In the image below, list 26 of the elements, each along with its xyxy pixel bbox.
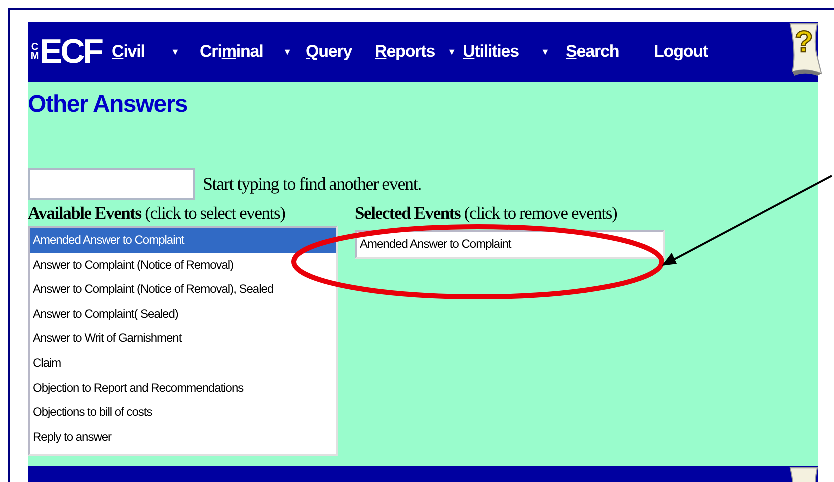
event-option[interactable]: Answer to Complaint (Notice of Removal), Sealed bbox=[30, 277, 336, 302]
caret-icon[interactable]: ▼ bbox=[448, 47, 456, 57]
selected-events-label: Selected Events (click to remove events) bbox=[355, 202, 618, 225]
event-option[interactable]: Objection to Report and Recommendations bbox=[30, 376, 336, 400]
available-events-list[interactable] bbox=[28, 226, 338, 456]
search-hint: Start typing to find another event. bbox=[203, 174, 422, 194]
event-option[interactable]: Answer to Complaint( Sealed) bbox=[30, 302, 336, 326]
menu-item[interactable]: Criminal bbox=[200, 42, 270, 62]
caret-icon[interactable]: ▼ bbox=[283, 47, 292, 57]
menu-item[interactable]: Reports bbox=[375, 42, 442, 62]
event-option[interactable]: Claim bbox=[30, 350, 336, 376]
menu-item[interactable]: Query bbox=[306, 42, 358, 62]
event-option[interactable]: Reply to answer bbox=[30, 424, 336, 450]
caret-icon[interactable]: ▼ bbox=[171, 47, 180, 57]
menu-item[interactable]: Logout bbox=[654, 42, 714, 62]
event-search-field[interactable] bbox=[28, 168, 195, 200]
page-title: Other Answers bbox=[28, 90, 188, 120]
event-option[interactable]: Answer to Complaint (Notice of Removal) bbox=[30, 252, 336, 278]
menu-item[interactable]: Civil bbox=[112, 42, 151, 62]
caret-icon[interactable]: ▼ bbox=[541, 47, 550, 57]
event-option[interactable]: Objections to bill of costs bbox=[30, 400, 336, 425]
event-option[interactable]: Answer to Writ of Garnishment bbox=[30, 326, 336, 351]
available-events-label: Available Events (click to select events) bbox=[28, 202, 286, 225]
menu-item[interactable]: Utilities bbox=[463, 42, 526, 62]
menu-item[interactable]: Search bbox=[566, 42, 626, 62]
event-option[interactable]: Amended Answer to Complaint bbox=[30, 228, 336, 253]
